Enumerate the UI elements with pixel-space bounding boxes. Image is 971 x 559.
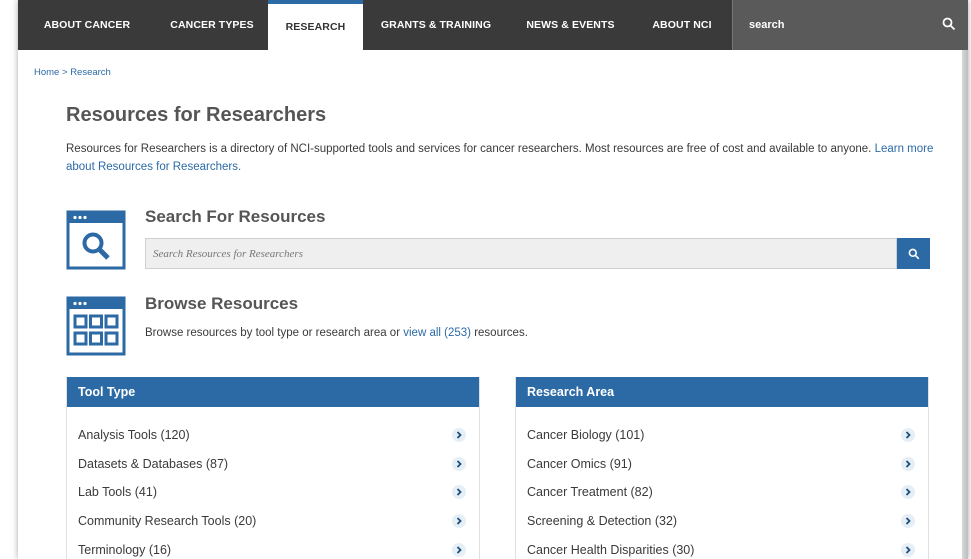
search-window-icon	[66, 210, 126, 270]
research-area-panel: Research Area Cancer Biology (101) Cance…	[515, 377, 929, 559]
chevron-right-icon	[452, 514, 466, 529]
list-item-label: Lab Tools (41)	[78, 485, 157, 500]
chevron-right-icon	[452, 542, 466, 557]
list-item[interactable]: Cancer Health Disparities (30)	[516, 535, 928, 559]
list-item[interactable]: Cancer Omics (91)	[516, 450, 928, 479]
resources-search-input[interactable]: Search Resources for Researchers	[145, 238, 897, 269]
tool-type-panel: Tool Type Analysis Tools (120) Datasets …	[66, 377, 480, 559]
chevron-right-icon	[901, 485, 915, 500]
page-title: Resources for Researchers	[66, 104, 327, 126]
nav-research[interactable]: RESEARCH	[268, 0, 363, 50]
list-item[interactable]: Lab Tools (41)	[67, 478, 479, 507]
nav-about-cancer[interactable]: ABOUT CANCER	[18, 0, 156, 50]
browse-description: Browse resources by tool type or researc…	[145, 327, 528, 339]
list-item[interactable]: Community Research Tools (20)	[67, 507, 479, 536]
list-item[interactable]: Datasets & Databases (87)	[67, 450, 479, 479]
chevron-right-icon	[452, 456, 466, 471]
chevron-right-icon	[901, 456, 915, 471]
browse-grid-icon	[66, 296, 126, 356]
tool-type-list: Analysis Tools (120) Datasets & Database…	[67, 407, 479, 559]
breadcrumb: Home > Research	[34, 67, 111, 78]
research-area-list: Cancer Biology (101) Cancer Omics (91) C…	[516, 407, 928, 559]
nav-about-nci[interactable]: ABOUT NCI	[632, 0, 732, 50]
intro-paragraph: Resources for Researchers is a directory…	[66, 140, 936, 176]
research-area-header: Research Area	[516, 377, 928, 407]
list-item[interactable]: Cancer Treatment (82)	[516, 478, 928, 507]
list-item-label: Screening & Detection (32)	[527, 514, 678, 529]
list-item-label: Analysis Tools (120)	[78, 428, 190, 443]
list-item-label: Cancer Treatment (82)	[527, 485, 653, 500]
browse-section-title: Browse Resources	[145, 294, 299, 313]
search-icon	[908, 248, 919, 259]
list-item-label: Community Research Tools (20)	[78, 514, 257, 529]
resources-search-placeholder: Search Resources for Researchers	[153, 247, 303, 260]
list-item-label: Terminology (16)	[78, 542, 172, 557]
site-search-input[interactable]: search	[732, 0, 968, 50]
breadcrumb-current[interactable]: Research	[70, 67, 111, 78]
list-item[interactable]: Analysis Tools (120)	[67, 421, 479, 450]
view-all-link[interactable]: view all (253)	[403, 327, 471, 339]
intro-text: Resources for Researchers is a directory…	[66, 143, 872, 155]
site-search-placeholder: search	[749, 19, 785, 31]
search-icon[interactable]	[942, 17, 956, 31]
browser-frame: ABOUT CANCER CANCER TYPES RESEARCH GRANT…	[18, 0, 968, 559]
nav-cancer-types[interactable]: CANCER TYPES	[156, 0, 268, 50]
resources-search-button[interactable]	[897, 238, 930, 269]
nav-grants-training[interactable]: GRANTS & TRAINING	[363, 0, 509, 50]
list-item-label: Cancer Biology (101)	[527, 428, 645, 443]
chevron-right-icon	[901, 542, 915, 557]
chevron-right-icon	[901, 514, 915, 529]
list-item-label: Datasets & Databases (87)	[78, 456, 229, 471]
chevron-right-icon	[452, 428, 466, 443]
list-item-label: Cancer Omics (91)	[527, 456, 632, 471]
browse-desc-suffix: resources.	[474, 327, 528, 339]
list-item-label: Cancer Health Disparities (30)	[527, 542, 695, 557]
chevron-right-icon	[901, 428, 915, 443]
tool-type-header: Tool Type	[67, 377, 479, 407]
breadcrumb-separator: >	[61, 67, 68, 78]
search-section-title: Search For Resources	[145, 207, 326, 226]
list-item[interactable]: Terminology (16)	[67, 535, 479, 559]
breadcrumb-home[interactable]: Home	[34, 67, 59, 78]
nav-news-events[interactable]: NEWS & EVENTS	[509, 0, 632, 50]
list-item[interactable]: Screening & Detection (32)	[516, 507, 928, 536]
browse-desc-prefix: Browse resources by tool type or researc…	[145, 327, 401, 339]
top-navigation: ABOUT CANCER CANCER TYPES RESEARCH GRANT…	[18, 0, 968, 50]
list-item[interactable]: Cancer Biology (101)	[516, 421, 928, 450]
chevron-right-icon	[452, 485, 466, 500]
